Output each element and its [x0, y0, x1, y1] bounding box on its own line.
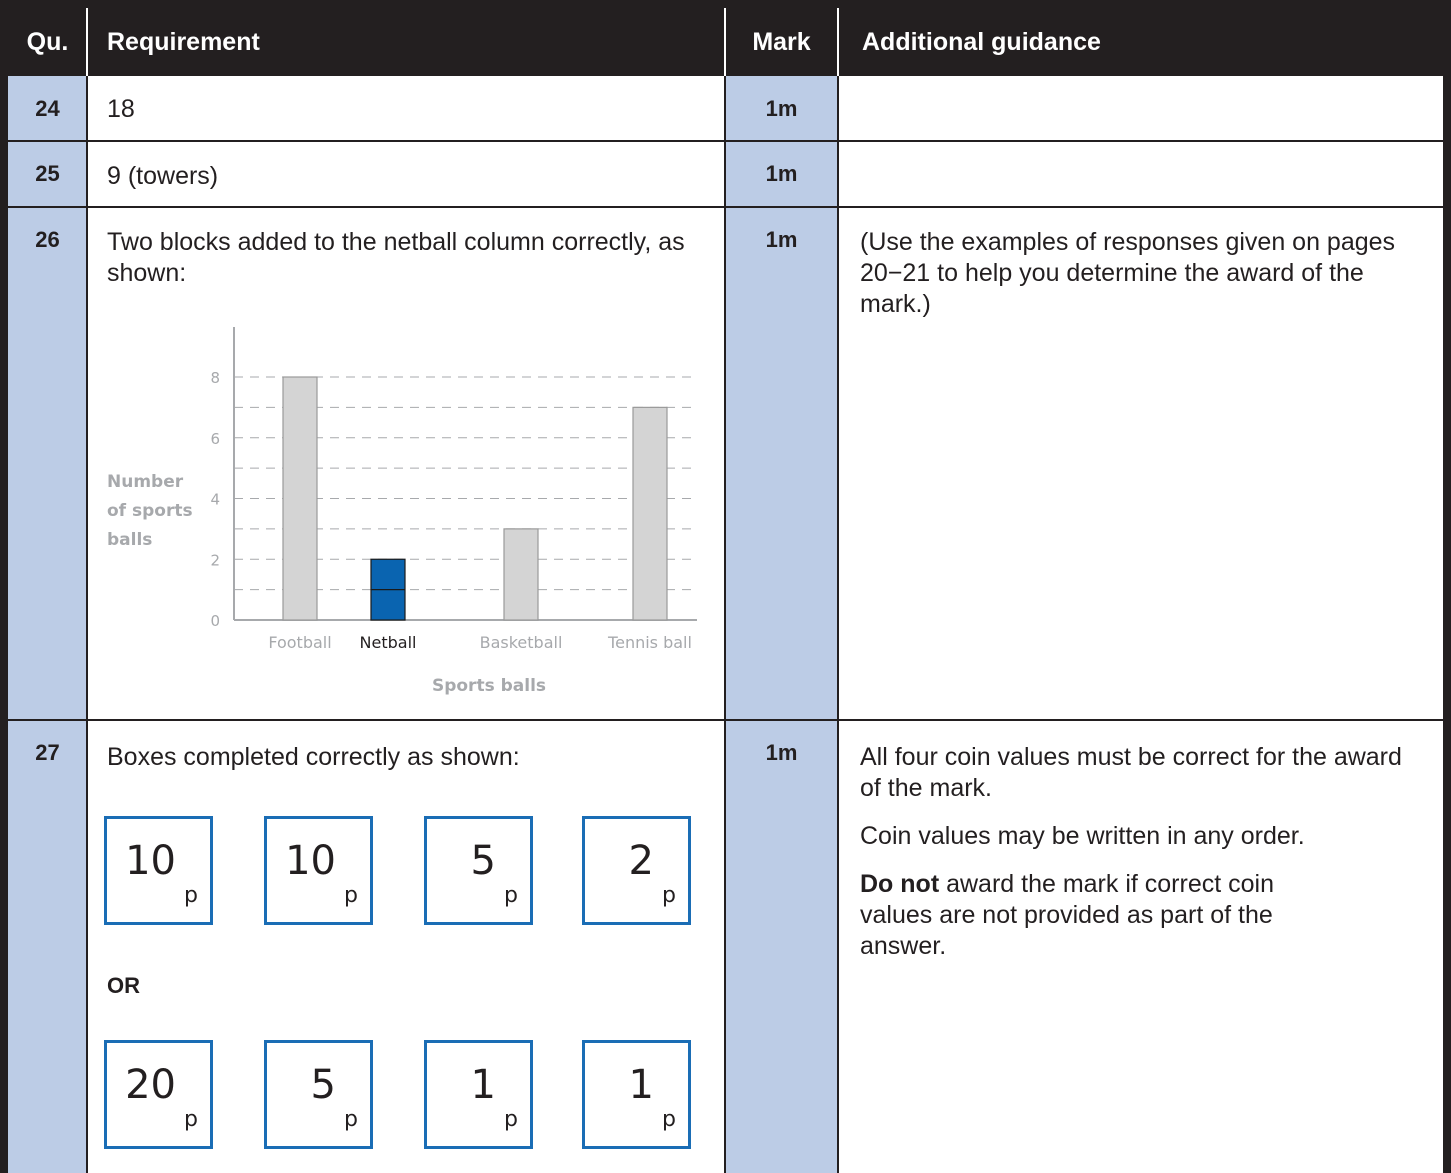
coin-unit: p — [504, 883, 518, 908]
y-tick-label: 2 — [210, 551, 220, 569]
category-label: Tennis ball — [607, 633, 692, 652]
question-number: 27 — [8, 720, 87, 1173]
requirement-text: 18 — [87, 76, 725, 141]
coin-unit: p — [504, 1107, 518, 1132]
bar-tennis-ball — [632, 406, 668, 621]
mark-value: 1m — [725, 207, 838, 720]
column-divider — [86, 76, 88, 1173]
y-axis-label: Number — [107, 472, 184, 492]
category-label: Basketball — [480, 633, 563, 652]
question-number: 25 — [8, 141, 87, 207]
coin-unit: p — [184, 1107, 198, 1132]
coin-unit: p — [344, 883, 358, 908]
or-label: OR — [107, 973, 140, 998]
coin-value: 20 — [125, 1062, 176, 1108]
guidance-text — [838, 141, 1443, 207]
y-tick-label: 6 — [210, 430, 220, 448]
table-border-top — [0, 0, 1451, 8]
y-axis-label: balls — [107, 530, 152, 550]
coin-unit: p — [662, 1107, 676, 1132]
requirement-text: Boxes completed correctly as shown: — [107, 743, 520, 771]
row-divider — [8, 140, 1443, 142]
guidance-text: Do not award the mark if correct coin va… — [860, 869, 1340, 962]
table-border-right — [1443, 0, 1451, 1173]
mark-scheme-table: Qu. Requirement Mark Additional guidance… — [0, 0, 1451, 1173]
question-number: 26 — [8, 207, 87, 720]
coin-value: 2 — [628, 838, 654, 884]
coin-box: 20 p — [104, 1040, 213, 1149]
row-divider — [8, 719, 1443, 721]
header-mark: Mark — [725, 8, 838, 76]
y-tick-label: 0 — [210, 612, 220, 630]
guidance-text: (Use the examples of responses given on … — [838, 207, 1443, 720]
mark-value: 1m — [725, 720, 838, 1173]
sports-balls-bar-chart: 0 2 4 6 8 Football Netball Basketball Tennis bal… — [107, 327, 697, 696]
coin-unit: p — [344, 1107, 358, 1132]
header-divider — [724, 8, 726, 76]
guidance-text: All four coin values must be correct for… — [860, 743, 1402, 802]
requirement-cell: Boxes completed correctly as shown: OR 1… — [87, 720, 725, 1173]
coin-value: 1 — [628, 1062, 654, 1108]
guidance-emphasis: Do not — [860, 870, 940, 898]
column-divider — [724, 76, 726, 1173]
x-axis-label: Sports balls — [432, 676, 546, 696]
header-qu: Qu. — [8, 8, 87, 76]
mark-value: 1m — [725, 76, 838, 141]
y-axis-label: of sports — [107, 501, 193, 521]
coin-box: 5p — [424, 816, 533, 925]
guidance-cell: All four coin values must be correct for… — [838, 720, 1443, 1173]
y-tick-label: 8 — [210, 369, 220, 387]
coin-box: 2p — [582, 816, 691, 925]
bar-football — [282, 376, 318, 621]
coin-value: 1 — [470, 1062, 496, 1108]
guidance-text: Coin values may be written in any order. — [860, 822, 1305, 850]
coin-box: 1p — [582, 1040, 691, 1149]
coin-unit: p — [184, 883, 198, 908]
coin-box: 1p — [424, 1040, 533, 1149]
header-divider — [86, 8, 88, 76]
category-label: Netball — [360, 633, 417, 652]
column-divider — [837, 76, 839, 1173]
header-guidance: Additional guidance — [838, 8, 1443, 76]
y-tick-label: 4 — [210, 491, 220, 509]
coin-box: 10 p — [104, 816, 213, 925]
coin-box: 5p — [264, 1040, 373, 1149]
coin-box: 10 p — [264, 816, 373, 925]
header-divider — [837, 8, 839, 76]
guidance-text — [838, 76, 1443, 141]
coin-value: 10 — [125, 838, 176, 884]
table-border-left — [0, 0, 8, 1173]
mark-value: 1m — [725, 141, 838, 207]
coin-value: 5 — [470, 838, 496, 884]
coin-value: 10 — [285, 838, 336, 884]
coin-value: 5 — [310, 1062, 336, 1108]
coin-unit: p — [662, 883, 676, 908]
requirement-text: 9 (towers) — [87, 141, 725, 207]
header-requirement: Requirement — [87, 8, 725, 76]
category-label: Football — [268, 633, 331, 652]
question-number: 24 — [8, 76, 87, 141]
bar-basketball — [503, 528, 539, 621]
row-divider — [8, 206, 1443, 208]
